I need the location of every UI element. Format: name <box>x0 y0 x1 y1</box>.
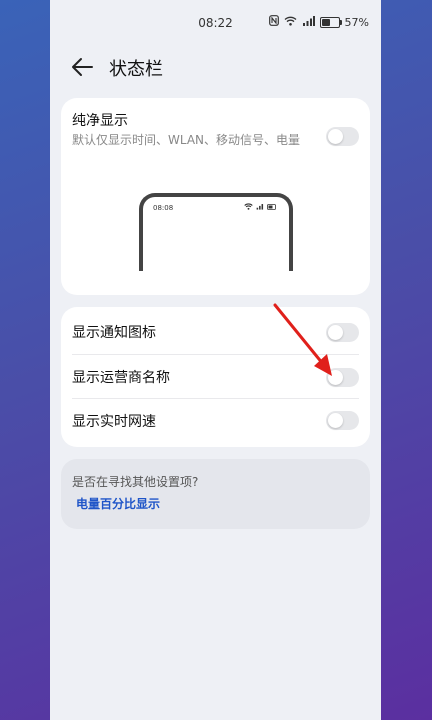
carrier-name-toggle[interactable] <box>326 368 359 387</box>
status-icons: 57% <box>268 15 369 29</box>
wifi-icon <box>284 16 297 29</box>
preview-signal-icon <box>256 204 264 210</box>
page-title: 状态栏 <box>109 59 163 80</box>
notification-icons-toggle[interactable] <box>326 323 359 342</box>
preview-status-icons <box>244 203 277 210</box>
clean-display-description: 默认仅显示时间、WLAN、移动信号、电量 <box>72 133 301 147</box>
clean-display-toggle[interactable] <box>326 127 359 146</box>
toggle-knob <box>328 325 343 340</box>
battery-percent-link[interactable]: 电量百分比显示 <box>76 495 160 512</box>
status-options-card: 显示通知图标 显示运营商名称 显示实时网速 <box>61 307 370 447</box>
clean-display-card: 纯净显示 默认仅显示时间、WLAN、移动信号、电量 08:08 <box>61 98 370 295</box>
toggle-knob <box>328 413 343 428</box>
preview-wifi-icon <box>244 203 253 210</box>
status-bar: 08:22 57% <box>50 0 381 46</box>
suggestion-question: 是否在寻找其他设置项? <box>72 475 199 489</box>
battery-percent: 57% <box>344 15 369 29</box>
suggestion-card: 是否在寻找其他设置项? 电量百分比显示 <box>61 459 370 529</box>
page-header: 状态栏 <box>50 48 381 88</box>
nfc-icon <box>268 15 279 29</box>
toggle-knob <box>328 370 343 385</box>
network-speed-toggle[interactable] <box>326 411 359 430</box>
setting-row-notification-icons[interactable]: 显示通知图标 <box>61 310 370 354</box>
setting-label: 显示通知图标 <box>72 325 156 341</box>
phone-preview-illustration: 08:08 <box>139 193 293 271</box>
toggle-knob <box>328 129 343 144</box>
clean-display-title: 纯净显示 <box>72 113 128 129</box>
settings-screen: 08:22 57% 状态栏 纯净显示 默认仅显示时间、WLAN、移动信号、电量 … <box>50 0 381 720</box>
back-arrow-icon[interactable] <box>70 56 94 78</box>
setting-row-carrier-name[interactable]: 显示运营商名称 <box>61 355 370 399</box>
setting-label: 显示实时网速 <box>72 414 156 430</box>
setting-row-network-speed[interactable]: 显示实时网速 <box>61 399 370 443</box>
battery-icon <box>319 16 342 28</box>
preview-battery-icon <box>267 204 276 210</box>
setting-label: 显示运营商名称 <box>72 370 170 386</box>
preview-time: 08:08 <box>153 204 174 212</box>
cellular-signal-icon <box>302 15 315 29</box>
